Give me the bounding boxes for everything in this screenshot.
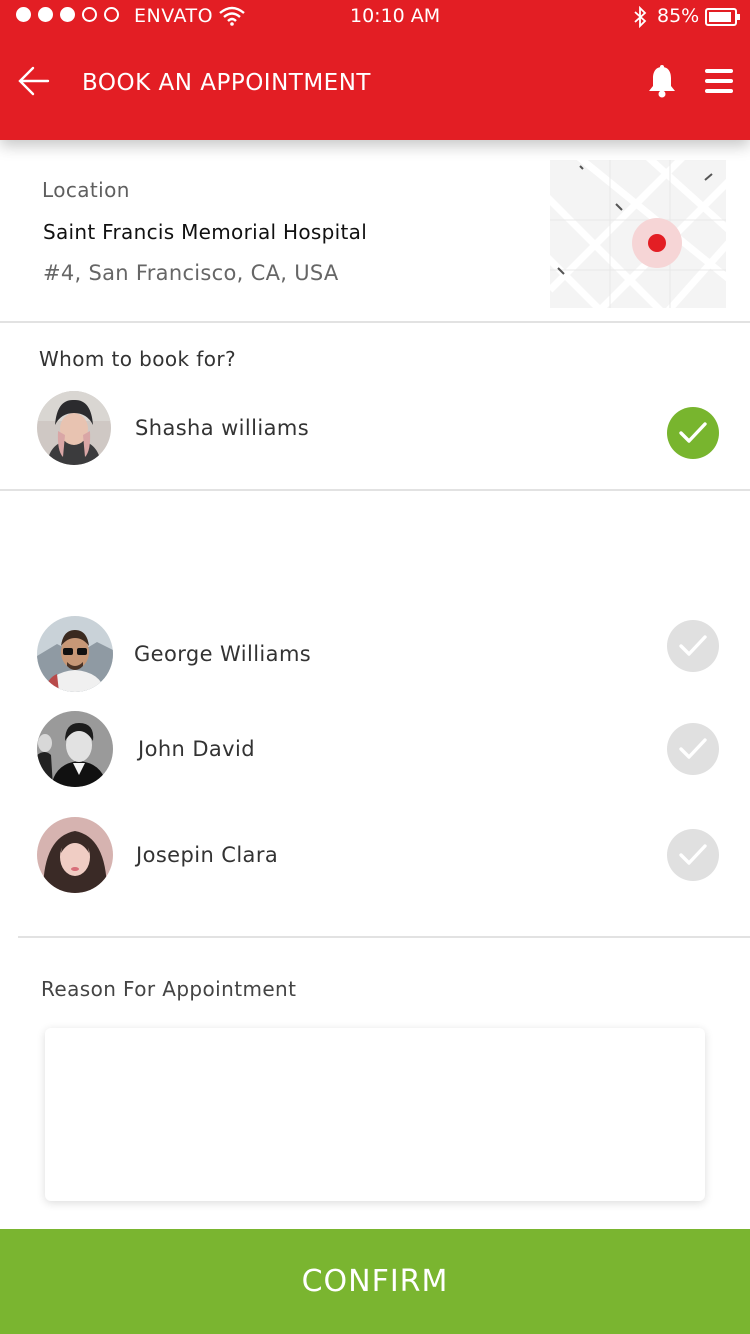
signal-dot-icon xyxy=(82,7,97,22)
person-row[interactable]: John David xyxy=(0,710,750,788)
section-divider xyxy=(18,936,750,938)
person-name: John David xyxy=(138,737,255,761)
wifi-icon xyxy=(219,6,245,26)
person-name: Josepin Clara xyxy=(136,843,279,867)
person-row-selected[interactable]: Shasha williams xyxy=(0,390,750,466)
location-map-thumbnail[interactable] xyxy=(550,160,726,308)
book-for-question: Whom to book for? xyxy=(39,347,236,371)
hospital-address: #4, San Francisco, CA, USA xyxy=(43,261,339,285)
person-name: George Williams xyxy=(134,642,312,666)
carrier-name: ENVATO xyxy=(134,5,214,27)
status-bar: ENVATO 10:10 AM 85% xyxy=(0,0,750,34)
check-circle-icon[interactable] xyxy=(667,829,719,881)
reason-input[interactable] xyxy=(45,1028,705,1201)
person-row[interactable]: Josepin Clara xyxy=(0,816,750,894)
signal-dot-icon xyxy=(60,7,75,22)
hamburger-menu-icon[interactable] xyxy=(704,67,734,95)
signal-dot-icon xyxy=(104,7,119,22)
section-divider xyxy=(0,489,750,491)
check-circle-icon[interactable] xyxy=(667,723,719,775)
reason-label: Reason For Appointment xyxy=(41,977,297,1001)
avatar xyxy=(37,391,111,465)
check-circle-icon[interactable] xyxy=(667,620,719,672)
app-header: ENVATO 10:10 AM 85% BOOK AN APPOINTMENT xyxy=(0,0,750,140)
bell-icon[interactable] xyxy=(647,64,677,100)
status-time: 10:10 AM xyxy=(350,5,441,27)
check-circle-icon[interactable] xyxy=(667,407,719,459)
confirm-button[interactable]: CONFIRM xyxy=(0,1229,750,1334)
back-arrow-icon[interactable] xyxy=(18,66,50,96)
bluetooth-icon xyxy=(634,6,647,28)
signal-dot-icon xyxy=(38,7,53,22)
avatar xyxy=(37,711,113,787)
section-divider xyxy=(0,321,750,323)
avatar xyxy=(37,817,113,893)
location-label: Location xyxy=(42,178,130,202)
person-name: Shasha williams xyxy=(135,416,310,440)
avatar xyxy=(37,616,113,692)
battery-icon xyxy=(705,8,740,26)
page-title: BOOK AN APPOINTMENT xyxy=(82,70,371,96)
person-row[interactable]: George Williams xyxy=(0,615,750,693)
battery-percent: 85% xyxy=(657,5,700,27)
signal-dot-icon xyxy=(16,7,31,22)
hospital-name: Saint Francis Memorial Hospital xyxy=(43,220,368,244)
